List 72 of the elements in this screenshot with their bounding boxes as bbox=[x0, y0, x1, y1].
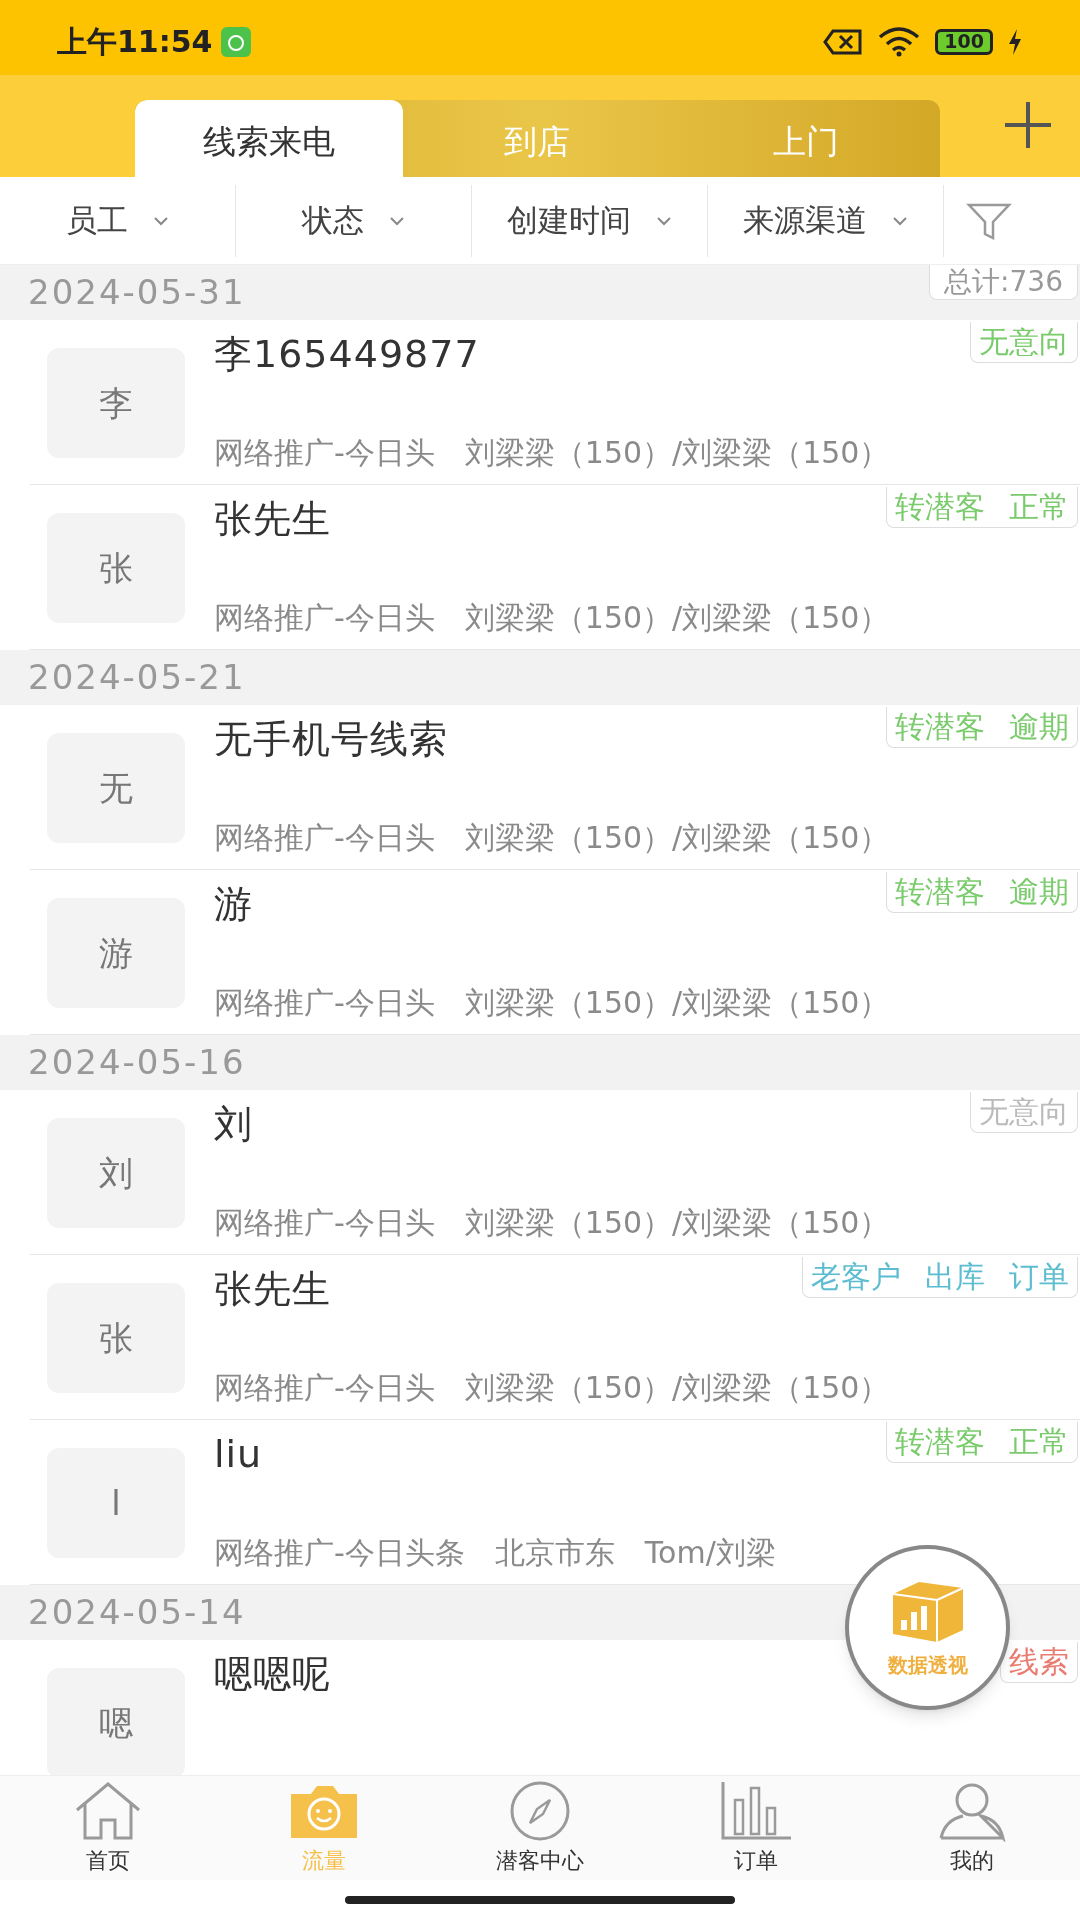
source-text: 网络推广-今日头 bbox=[214, 820, 435, 856]
contact-name: 李165449877 bbox=[214, 331, 480, 378]
staff-text: 刘梁梁（150）/刘梁梁（150） bbox=[464, 985, 890, 1021]
status-tag: 转潜客 bbox=[895, 709, 985, 745]
staff-text: 刘梁梁（150）/刘梁梁（150） bbox=[464, 1370, 890, 1406]
avatar: 张 bbox=[47, 513, 185, 623]
avatar: 游 bbox=[47, 898, 185, 1008]
nav-tab[interactable]: 潜客中心 bbox=[432, 1776, 648, 1880]
status-tag: 正常 bbox=[1009, 489, 1069, 525]
contact-name: 张先生 bbox=[214, 1266, 331, 1313]
staff-text: 刘梁梁（150）/刘梁梁（150） bbox=[464, 435, 890, 471]
wifi-icon bbox=[877, 26, 922, 57]
staff-text: 刘梁梁（150）/刘梁梁（150） bbox=[464, 600, 890, 636]
charging-icon bbox=[1007, 28, 1023, 55]
total-count: 总计:736 bbox=[929, 265, 1078, 300]
status-tag: 订单 bbox=[1009, 1259, 1069, 1295]
battery-indicator: 100 bbox=[935, 28, 993, 55]
address-text: 北京市东 bbox=[494, 1535, 615, 1571]
date-header: 2024-05-16 bbox=[28, 1041, 246, 1084]
source-text: 网络推广-今日头 bbox=[214, 1370, 435, 1406]
contact-name: 游 bbox=[214, 881, 253, 928]
source-text: 网络推广-今日头 bbox=[214, 435, 435, 471]
contact-name: liu bbox=[214, 1431, 263, 1478]
nav-tab[interactable]: 订单 bbox=[648, 1776, 864, 1880]
avatar: 刘 bbox=[47, 1118, 185, 1228]
filter-dropdown[interactable]: 状态 bbox=[236, 184, 472, 257]
date-header: 2024-05-14 bbox=[28, 1591, 246, 1634]
status-tag: 无意向 bbox=[979, 324, 1069, 360]
avatar: 嗯 bbox=[47, 1668, 185, 1775]
staff-text: 刘梁梁（150）/刘梁梁（150） bbox=[464, 820, 890, 856]
nav-tab[interactable]: 我的 bbox=[864, 1776, 1080, 1880]
status-tag: 逾期 bbox=[1009, 709, 1069, 745]
status-tag: 老客户 bbox=[811, 1259, 901, 1295]
source-text: 网络推广-今日头条 bbox=[214, 1535, 465, 1571]
chevron-down-icon bbox=[890, 214, 909, 227]
sim-off-icon bbox=[823, 28, 864, 55]
status-tag: 正常 bbox=[1009, 1424, 1069, 1460]
chevron-down-icon bbox=[654, 214, 673, 227]
avatar: 李 bbox=[47, 348, 185, 458]
chevron-down-icon bbox=[387, 214, 406, 227]
contact-name: 刘 bbox=[214, 1101, 253, 1148]
status-tag: 转潜客 bbox=[895, 874, 985, 910]
add-icon[interactable] bbox=[1003, 100, 1053, 150]
filter-icon[interactable] bbox=[966, 201, 1012, 240]
filter-dropdown[interactable]: 来源渠道 bbox=[708, 184, 944, 257]
contact-name: 嗯嗯呢 bbox=[214, 1651, 331, 1698]
avatar: 张 bbox=[47, 1283, 185, 1393]
avatar: 无 bbox=[47, 733, 185, 843]
avatar: l bbox=[47, 1448, 185, 1558]
date-header: 2024-05-31 bbox=[28, 271, 246, 314]
status-tag: 转潜客 bbox=[895, 489, 985, 525]
source-text: 网络推广-今日头 bbox=[214, 985, 435, 1021]
source-text: 网络推广-今日头 bbox=[214, 600, 435, 636]
filter-dropdown[interactable]: 员工 bbox=[0, 184, 236, 257]
status-tag: 无意向 bbox=[979, 1094, 1069, 1130]
date-header: 2024-05-21 bbox=[28, 656, 246, 699]
source-text: 网络推广-今日头 bbox=[214, 1205, 435, 1241]
status-tag: 出库 bbox=[925, 1259, 985, 1295]
contact-name: 张先生 bbox=[214, 496, 331, 543]
status-tag: 线索 bbox=[1009, 1644, 1069, 1680]
contact-name: 无手机号线索 bbox=[214, 716, 448, 763]
bar-chart-icon bbox=[719, 1779, 793, 1842]
staff-text: Tom/刘梁 bbox=[644, 1535, 776, 1571]
tab[interactable]: 线索来电 bbox=[135, 100, 404, 177]
status-tag: 转潜客 bbox=[895, 1424, 985, 1460]
status-time: 上午11:54 bbox=[57, 23, 213, 61]
nav-tab[interactable]: 首页 bbox=[0, 1776, 216, 1880]
filter-dropdown[interactable]: 创建时间 bbox=[472, 184, 708, 257]
app-notification-icon bbox=[220, 26, 251, 57]
status-tag: 逾期 bbox=[1009, 874, 1069, 910]
staff-text: 刘梁梁（150）/刘梁梁（150） bbox=[464, 1205, 890, 1241]
chevron-down-icon bbox=[151, 214, 170, 227]
